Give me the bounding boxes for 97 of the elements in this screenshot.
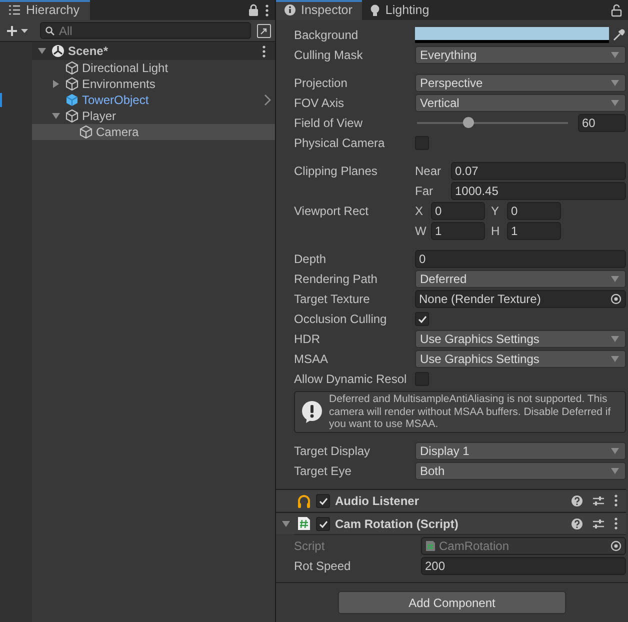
help-text: Deferred and MultisampleAntiAliasing is not supported. This camera will render without MSAA buffers. Disable Deferred if you want to use MSAA. (329, 393, 612, 431)
object-field[interactable]: None (Render Texture) (415, 290, 626, 308)
chevron-icon[interactable] (263, 94, 271, 106)
lock-icon[interactable] (248, 4, 259, 16)
number-field[interactable]: 1 (431, 222, 485, 240)
number-field[interactable]: 200 (421, 557, 626, 575)
caret-icon (21, 28, 28, 32)
checkbox[interactable] (415, 312, 429, 326)
menu-icon[interactable] (262, 44, 266, 58)
number-field[interactable]: 0 (415, 250, 626, 268)
number-field[interactable]: 1 (507, 222, 561, 240)
warning-icon (301, 400, 323, 424)
script-icon (297, 516, 311, 531)
dropdown[interactable]: Use Graphics Settings (415, 350, 626, 368)
dropdown[interactable]: Vertical (415, 94, 626, 112)
plus-icon (6, 24, 18, 36)
lightbulb-icon (370, 4, 380, 16)
property-label: Rendering Path (294, 271, 378, 288)
property-label: Physical Camera (294, 135, 386, 152)
property-label: HDR (294, 331, 321, 348)
field-label: H (491, 223, 501, 240)
number-field[interactable]: 1000.45 (451, 182, 626, 200)
property-label: Clipping Planes (294, 163, 378, 180)
property-label: Depth (294, 251, 328, 268)
number-field[interactable]: 0 (507, 202, 561, 220)
list-icon (8, 4, 21, 16)
headphones-icon (297, 494, 311, 508)
checkbox[interactable] (316, 516, 330, 530)
property-label: Viewport Rect (294, 203, 370, 220)
cube-icon (65, 109, 79, 123)
info-icon (284, 4, 296, 16)
scene-search-icon[interactable] (257, 24, 271, 38)
field-label: Near (415, 163, 442, 180)
help-icon[interactable] (571, 494, 583, 506)
property-label: Allow Dynamic Resol (294, 371, 408, 388)
settings-icon[interactable] (592, 518, 605, 530)
dropdown[interactable]: Both (415, 462, 626, 480)
property-label: Projection (294, 75, 348, 92)
object-picker-icon[interactable] (610, 540, 622, 552)
search-icon (45, 26, 55, 36)
cube-icon (65, 77, 79, 91)
checkmark-icon (416, 314, 428, 324)
property-label: Field of View (294, 115, 364, 132)
cube-icon (79, 125, 93, 139)
inspector-tab[interactable]: Inspector (276, 0, 362, 20)
hierarchy-item[interactable]: Environments (32, 76, 275, 92)
add-component-button[interactable]: Add Component (338, 591, 566, 614)
property-label: Culling Mask (294, 47, 364, 64)
help-icon[interactable] (571, 518, 583, 530)
component-title: Cam Rotation (Script) (335, 516, 460, 532)
component-title: Audio Listener (335, 492, 420, 510)
menu-icon[interactable] (265, 4, 269, 16)
slider-thumb[interactable] (463, 117, 474, 128)
color-swatch[interactable] (415, 27, 609, 43)
menu-icon[interactable] (614, 494, 618, 507)
lock-icon[interactable] (611, 4, 622, 16)
dropdown[interactable]: Deferred (415, 270, 626, 288)
object-picker-icon[interactable] (610, 293, 622, 305)
hierarchy-item[interactable]: TowerObject (32, 92, 275, 108)
checkbox[interactable] (316, 494, 330, 508)
hierarchy-item[interactable]: Camera (32, 124, 275, 140)
cube-icon (65, 61, 79, 75)
hierarchy-item[interactable]: Directional Light (32, 60, 275, 76)
script-icon (425, 540, 436, 552)
settings-icon[interactable] (592, 494, 605, 506)
property-label: Target Display (294, 443, 372, 460)
field-label: Y (491, 203, 500, 220)
eyedropper-icon[interactable] (612, 28, 626, 42)
property-label: Target Eye (294, 463, 352, 480)
dropdown[interactable]: Display 1 (415, 442, 626, 460)
search-field[interactable]: All (40, 22, 251, 39)
checkmark-icon (318, 518, 328, 528)
dropdown[interactable]: Perspective (415, 74, 626, 92)
prefab-cube-icon (65, 93, 79, 107)
dropdown[interactable]: Use Graphics Settings (415, 330, 626, 348)
component-header[interactable]: Cam Rotation (Script) (276, 512, 626, 534)
property-label: Script (294, 538, 326, 555)
property-label: MSAA (294, 351, 330, 368)
hierarchy-tab[interactable]: Hierarchy (0, 0, 90, 20)
property-label: Background (294, 27, 360, 44)
number-field[interactable]: 0.07 (451, 162, 626, 180)
inspector-tab[interactable]: Lighting (362, 0, 440, 20)
property-label: FOV Axis (294, 95, 346, 112)
property-label: Rot Speed (294, 558, 352, 575)
component-header[interactable]: Audio Listener (276, 489, 626, 511)
dropdown[interactable]: Everything (415, 46, 626, 64)
checkmark-icon (318, 496, 328, 506)
number-field[interactable]: 0 (431, 202, 485, 220)
field-label: X (415, 203, 424, 220)
create-button[interactable] (6, 24, 28, 36)
field-label: W (415, 223, 427, 240)
property-label: Target Texture (294, 291, 371, 308)
field-label: Far (415, 183, 434, 200)
hierarchy-item[interactable]: Player (32, 108, 275, 124)
property-label: Occlusion Culling (294, 311, 388, 328)
number-field[interactable]: 60 (578, 114, 626, 132)
menu-icon[interactable] (614, 517, 618, 530)
